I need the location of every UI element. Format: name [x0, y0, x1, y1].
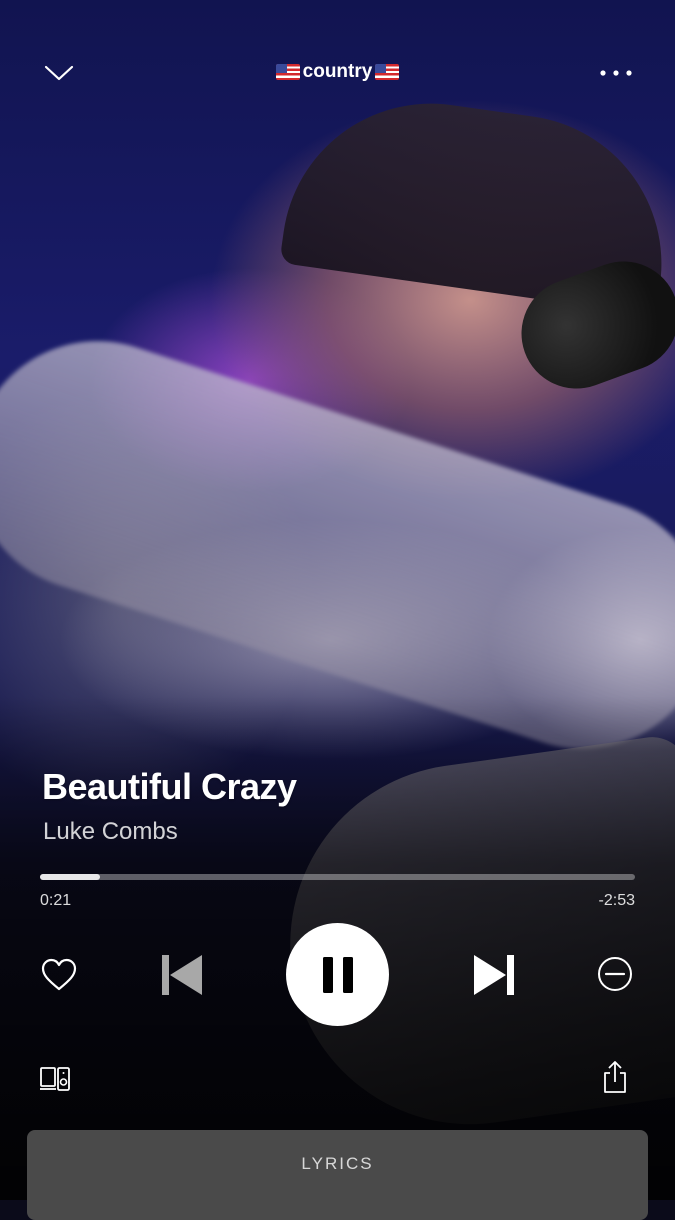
connect-devices-button[interactable]	[36, 1062, 74, 1096]
more-options-icon	[600, 70, 632, 76]
top-bar: country	[0, 52, 675, 96]
lyrics-card[interactable]: LYRICS	[27, 1130, 648, 1220]
connect-devices-icon	[40, 1067, 70, 1091]
artist-name[interactable]: Luke Combs	[43, 818, 178, 846]
minus-circle-icon	[598, 957, 632, 991]
pause-icon	[322, 956, 353, 993]
song-title[interactable]: Beautiful Crazy	[42, 766, 297, 808]
playlist-title: country	[0, 61, 675, 83]
heart-icon	[41, 958, 77, 991]
share-icon	[604, 1061, 626, 1093]
us-flag-icon	[275, 64, 300, 80]
more-options-button[interactable]	[594, 58, 638, 88]
remaining-time: -2:53	[598, 892, 635, 909]
playlist-name: country	[302, 61, 373, 82]
like-button[interactable]	[38, 955, 80, 995]
progress-bar[interactable]	[40, 874, 635, 880]
elapsed-time: 0:21	[40, 892, 72, 909]
previous-track-button[interactable]	[154, 950, 208, 1000]
next-track-button[interactable]	[468, 950, 522, 1000]
us-flag-icon	[375, 64, 400, 80]
pause-button[interactable]	[286, 923, 389, 1026]
share-button[interactable]	[598, 1058, 632, 1096]
skip-next-icon	[474, 955, 514, 995]
skip-previous-icon	[162, 955, 202, 995]
progress-fill	[40, 874, 100, 880]
hide-song-button[interactable]	[594, 952, 636, 996]
lyrics-label: LYRICS	[301, 1154, 374, 1173]
